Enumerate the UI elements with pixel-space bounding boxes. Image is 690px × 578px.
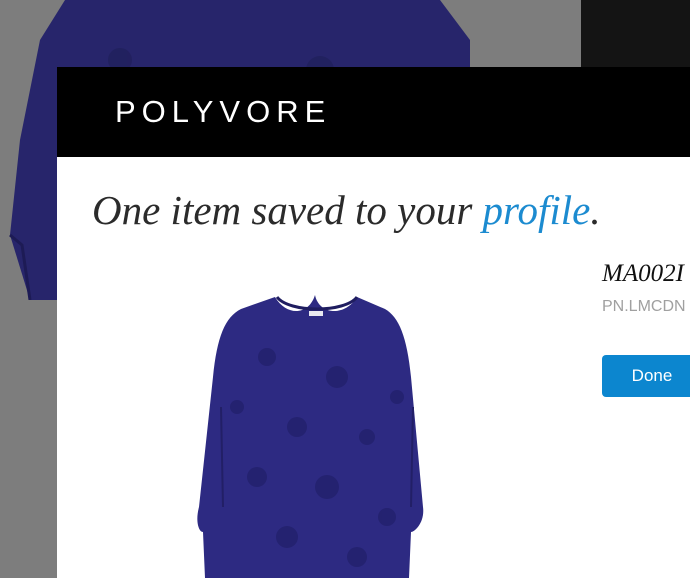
polyvore-logo: POLYVORE bbox=[115, 94, 332, 129]
item-source: PN.LMCDN bbox=[602, 298, 686, 315]
save-confirmation-modal: POLYVORE One item saved to your profile.… bbox=[57, 67, 690, 578]
background-dark-panel bbox=[581, 0, 690, 67]
headline-period: . bbox=[590, 187, 601, 233]
headline-text: One item saved to your bbox=[92, 187, 483, 233]
modal-header: POLYVORE bbox=[57, 67, 690, 157]
product-dress-image bbox=[197, 295, 424, 578]
profile-link[interactable]: profile bbox=[483, 187, 591, 233]
item-title: MA002I bbox=[602, 260, 684, 287]
confirmation-headline: One item saved to your profile. bbox=[92, 185, 601, 235]
done-button[interactable]: Done bbox=[602, 355, 690, 397]
